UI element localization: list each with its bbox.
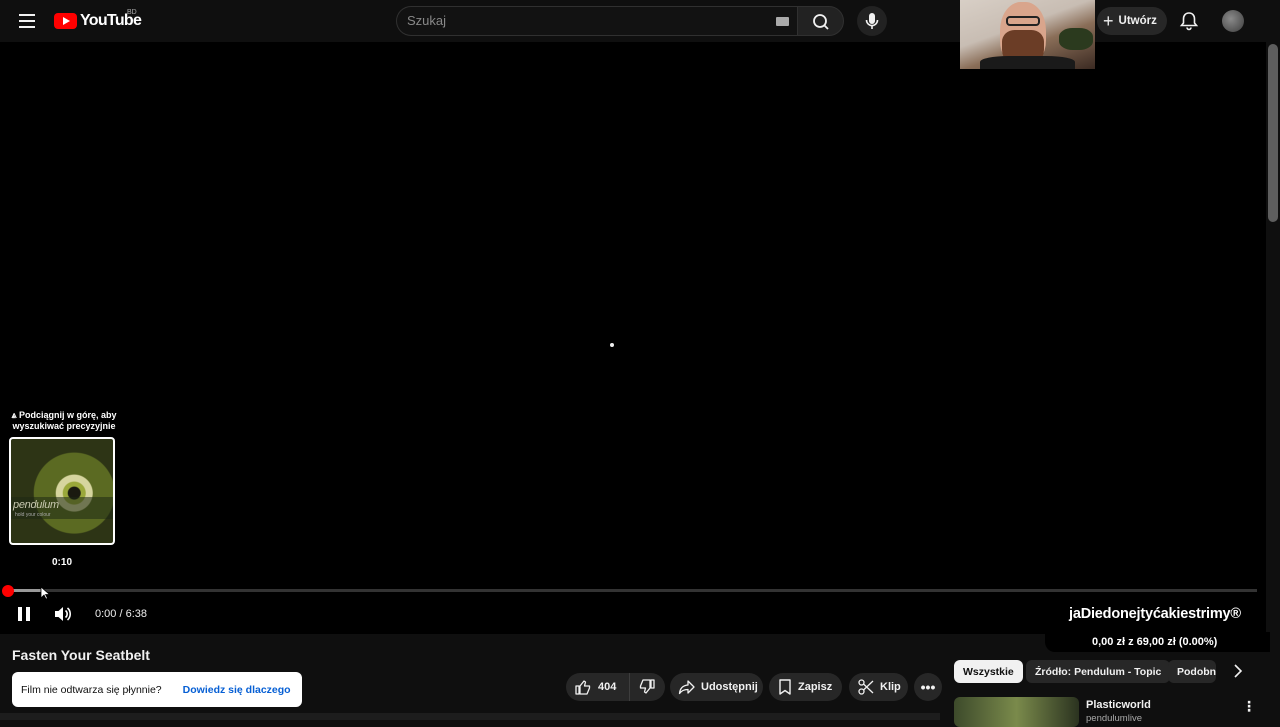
preview-brand: pendulum	[13, 499, 59, 511]
like-count: 404	[598, 681, 617, 693]
bell-icon	[1179, 12, 1199, 31]
pause-button[interactable]	[17, 606, 31, 622]
chip-all[interactable]: Wszystkie	[954, 660, 1023, 683]
save-label: Zapisz	[798, 681, 833, 693]
scrollbar-thumb[interactable]	[1268, 44, 1278, 222]
stream-overlay-text: jaDiedonejtyćakiestrimy®	[1069, 606, 1241, 622]
webcam-overlay	[960, 0, 1095, 69]
video-title: Fasten Your Seatbelt	[12, 647, 150, 663]
mic-icon	[865, 13, 879, 29]
recommendation-channel[interactable]: pendulumlive	[1086, 713, 1142, 724]
clip-button[interactable]: Klip	[849, 673, 908, 701]
thumbs-down-icon	[639, 679, 655, 694]
save-button[interactable]: Zapisz	[769, 673, 842, 701]
toast-message: Film nie odtwarza się płynnie?	[21, 683, 162, 696]
mic-button[interactable]	[857, 6, 887, 36]
search-input[interactable]	[407, 13, 767, 28]
notifications-button[interactable]	[1176, 8, 1202, 34]
search-box	[396, 6, 797, 36]
search-icon	[813, 14, 829, 30]
more-actions-button[interactable]: •••	[914, 673, 942, 701]
progress-bar[interactable]	[9, 589, 1257, 592]
search-button[interactable]	[797, 6, 844, 36]
clip-label: Klip	[880, 681, 901, 693]
time-display: 0:00 / 6:38	[95, 608, 147, 620]
playback-toast: Film nie odtwarza się płynnie? Dowiedz s…	[12, 672, 302, 707]
volume-button[interactable]	[53, 605, 73, 623]
progress-hover	[9, 589, 44, 592]
seek-hint: ⩓ Podciągnij w górę, aby wyszukiwać prec…	[11, 410, 117, 431]
plus-icon: +	[1103, 11, 1114, 31]
dislike-button[interactable]	[630, 673, 664, 701]
preview-subtitle: hold your colour	[15, 512, 51, 518]
create-label: Utwórz	[1118, 15, 1157, 27]
menu-icon[interactable]	[14, 10, 40, 32]
loading-spinner	[610, 343, 614, 347]
seek-preview-thumbnail: pendulum hold your colour	[9, 437, 115, 545]
thumbs-up-icon	[575, 680, 591, 695]
preview-time: 0:10	[51, 557, 72, 568]
more-icon: •••	[920, 679, 936, 695]
video-player[interactable]	[0, 42, 1266, 634]
chip-similar[interactable]: Podobne	[1168, 660, 1216, 683]
share-label: Udostępnij	[701, 681, 758, 693]
recommendation-menu-icon[interactable]: ⋮	[1242, 698, 1256, 714]
donation-goal-text: 0,00 zł z 69,00 zł (0.00%)	[1092, 636, 1218, 648]
bookmark-icon	[779, 679, 791, 695]
like-button[interactable]: 404	[566, 673, 630, 701]
chevron-right-icon[interactable]	[1230, 662, 1246, 680]
avatar[interactable]	[1222, 10, 1244, 32]
chip-source[interactable]: Źródło: Pendulum - Topic	[1026, 660, 1171, 683]
share-icon	[678, 680, 695, 695]
scissors-icon	[858, 679, 874, 695]
recommendation-title[interactable]: Plasticworld	[1086, 699, 1151, 711]
progress-knob[interactable]	[2, 585, 14, 597]
description-box	[0, 713, 940, 720]
create-button[interactable]: + Utwórz	[1097, 7, 1167, 35]
country-code: BD	[127, 9, 137, 16]
volume-icon	[55, 607, 72, 621]
pause-icon	[18, 607, 22, 621]
youtube-play-icon	[54, 13, 77, 29]
share-button[interactable]: Udostępnij	[670, 673, 763, 701]
keyboard-icon[interactable]	[776, 17, 789, 26]
like-dislike-group: 404	[566, 673, 665, 701]
recommendation-thumbnail[interactable]	[954, 697, 1079, 727]
toast-learn-more-link[interactable]: Dowiedz się dlaczego	[183, 684, 291, 696]
mouse-cursor-icon	[40, 586, 50, 600]
